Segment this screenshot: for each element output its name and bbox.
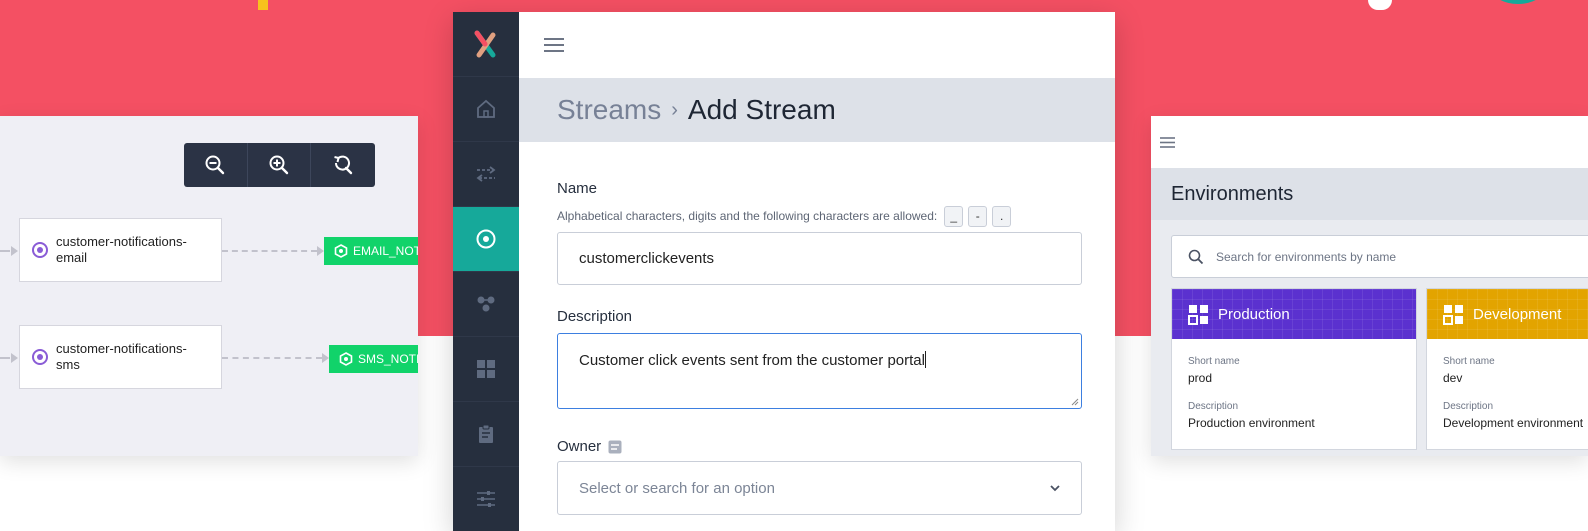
hamburger-menu-icon[interactable] — [1159, 136, 1176, 149]
sidebar-item-clipboard[interactable] — [453, 402, 519, 467]
search-placeholder: Search for environments by name — [1216, 249, 1397, 264]
sidebar — [453, 12, 519, 531]
settings-sliders-icon — [477, 491, 495, 507]
streams-icon — [476, 229, 496, 249]
topic-hexagon-icon — [334, 244, 348, 258]
reset-zoom-icon — [334, 155, 353, 175]
zoom-in-button[interactable] — [248, 143, 312, 187]
description-value: Development environment — [1443, 416, 1584, 430]
transfer-icon — [476, 166, 496, 182]
env-card-header: Development — [1427, 289, 1588, 339]
env-card-name: Development — [1473, 305, 1562, 323]
sidebar-item-transfers[interactable] — [453, 142, 519, 207]
env-top-bar — [1151, 116, 1588, 168]
description-text: Customer click events sent from the cust… — [579, 352, 925, 369]
add-stream-form: Name Alphabetical characters, digits and… — [557, 142, 1082, 515]
edge-line — [0, 250, 10, 252]
owner-select[interactable]: Select or search for an option — [557, 461, 1082, 515]
edge-line — [222, 357, 322, 359]
add-stream-window: Streams › Add Stream Name Alphabetical c… — [453, 12, 1115, 531]
stream-node-icon — [32, 349, 48, 365]
sidebar-item-settings[interactable] — [453, 467, 519, 531]
text-caret — [924, 351, 926, 368]
edge-arrow — [11, 353, 18, 363]
topic-hexagon-icon — [339, 352, 353, 366]
environments-title: Environments — [1151, 168, 1588, 220]
stream-node-icon — [32, 242, 48, 258]
sidebar-item-streams[interactable] — [453, 207, 519, 272]
allowed-char-dash: - — [968, 205, 988, 227]
allowed-char-underscore: _ — [944, 205, 964, 227]
edge-arrow — [11, 246, 18, 256]
owner-placeholder: Select or search for an option — [579, 479, 775, 497]
name-label: Name — [557, 180, 598, 197]
topology-panel: customer-notifications-email EMAIL_NOT c… — [0, 116, 418, 456]
logo[interactable] — [453, 12, 519, 77]
topic-label: EMAIL_NOT — [353, 244, 418, 258]
breadcrumb-streams-link[interactable]: Streams — [557, 94, 661, 126]
environment-search-input[interactable]: Search for environments by name — [1171, 235, 1588, 278]
name-input[interactable]: customerclickevents — [557, 232, 1082, 285]
zoom-out-button[interactable] — [184, 143, 248, 187]
allowed-char-dot: . — [992, 205, 1012, 227]
clipboard-icon — [479, 424, 493, 443]
topic-label: SMS_NOTI — [358, 352, 418, 366]
owner-info-icon[interactable] — [608, 440, 622, 454]
node-label: customer-notifications-sms — [56, 341, 187, 372]
hamburger-menu-icon[interactable] — [543, 37, 565, 53]
zoom-controls — [184, 143, 375, 187]
chevron-down-icon — [1050, 485, 1060, 492]
environment-grid-icon — [1443, 304, 1463, 325]
description-field-label: Description — [1188, 401, 1239, 412]
description-label: Description — [557, 308, 633, 325]
reset-zoom-button[interactable] — [311, 143, 375, 187]
name-help: Alphabetical characters, digits and the … — [557, 205, 1082, 227]
env-card-name: Production — [1218, 305, 1290, 323]
description-textarea[interactable]: Customer click events sent from the cust… — [557, 333, 1082, 409]
edge-line — [222, 250, 317, 252]
short-name-value: dev — [1443, 371, 1463, 385]
top-bar — [519, 12, 1115, 78]
short-name-value: prod — [1188, 371, 1213, 385]
sidebar-item-dashboard[interactable] — [453, 337, 519, 402]
node-label: customer-notifications-email — [56, 234, 187, 265]
edge-arrow — [317, 246, 324, 256]
short-name-label: Short name — [1188, 356, 1240, 367]
zoom-in-icon — [269, 155, 289, 175]
name-help-text: Alphabetical characters, digits and the … — [557, 209, 938, 223]
resize-handle-icon[interactable] — [1071, 398, 1079, 406]
owner-label-row: Owner — [557, 438, 1082, 455]
edge-arrow — [322, 353, 329, 363]
edge-line — [0, 357, 10, 359]
environment-card-development[interactable]: Development Short name dev Description D… — [1426, 288, 1588, 450]
sidebar-item-home[interactable] — [453, 77, 519, 142]
topology-node[interactable]: customer-notifications-email — [19, 218, 222, 282]
topic-node[interactable]: EMAIL_NOT — [324, 237, 418, 265]
page-title: Add Stream — [687, 94, 836, 125]
sidebar-item-connections[interactable] — [453, 272, 519, 337]
topology-node[interactable]: customer-notifications-sms — [19, 325, 222, 389]
environment-card-production[interactable]: Production Short name prod Description P… — [1171, 288, 1417, 450]
description-value: Production environment — [1188, 416, 1315, 430]
environment-grid-icon — [1188, 304, 1208, 325]
owner-label: Owner — [557, 438, 602, 455]
breadcrumb-separator: › — [671, 98, 678, 121]
connections-icon — [477, 296, 495, 312]
decorative-yellow-shape — [258, 0, 268, 10]
breadcrumb: Streams › Add Stream — [519, 78, 1115, 142]
dashboard-icon — [477, 360, 495, 378]
short-name-label: Short name — [1443, 356, 1495, 367]
description-field-label: Description — [1443, 401, 1494, 412]
zoom-out-icon — [205, 155, 225, 175]
search-icon — [1188, 249, 1204, 264]
logo-icon — [474, 30, 496, 58]
topic-node[interactable]: SMS_NOTI — [329, 345, 418, 373]
home-icon — [477, 99, 495, 118]
environments-panel: Environments Search for environments by … — [1151, 116, 1588, 456]
env-card-header: Production — [1172, 289, 1416, 339]
